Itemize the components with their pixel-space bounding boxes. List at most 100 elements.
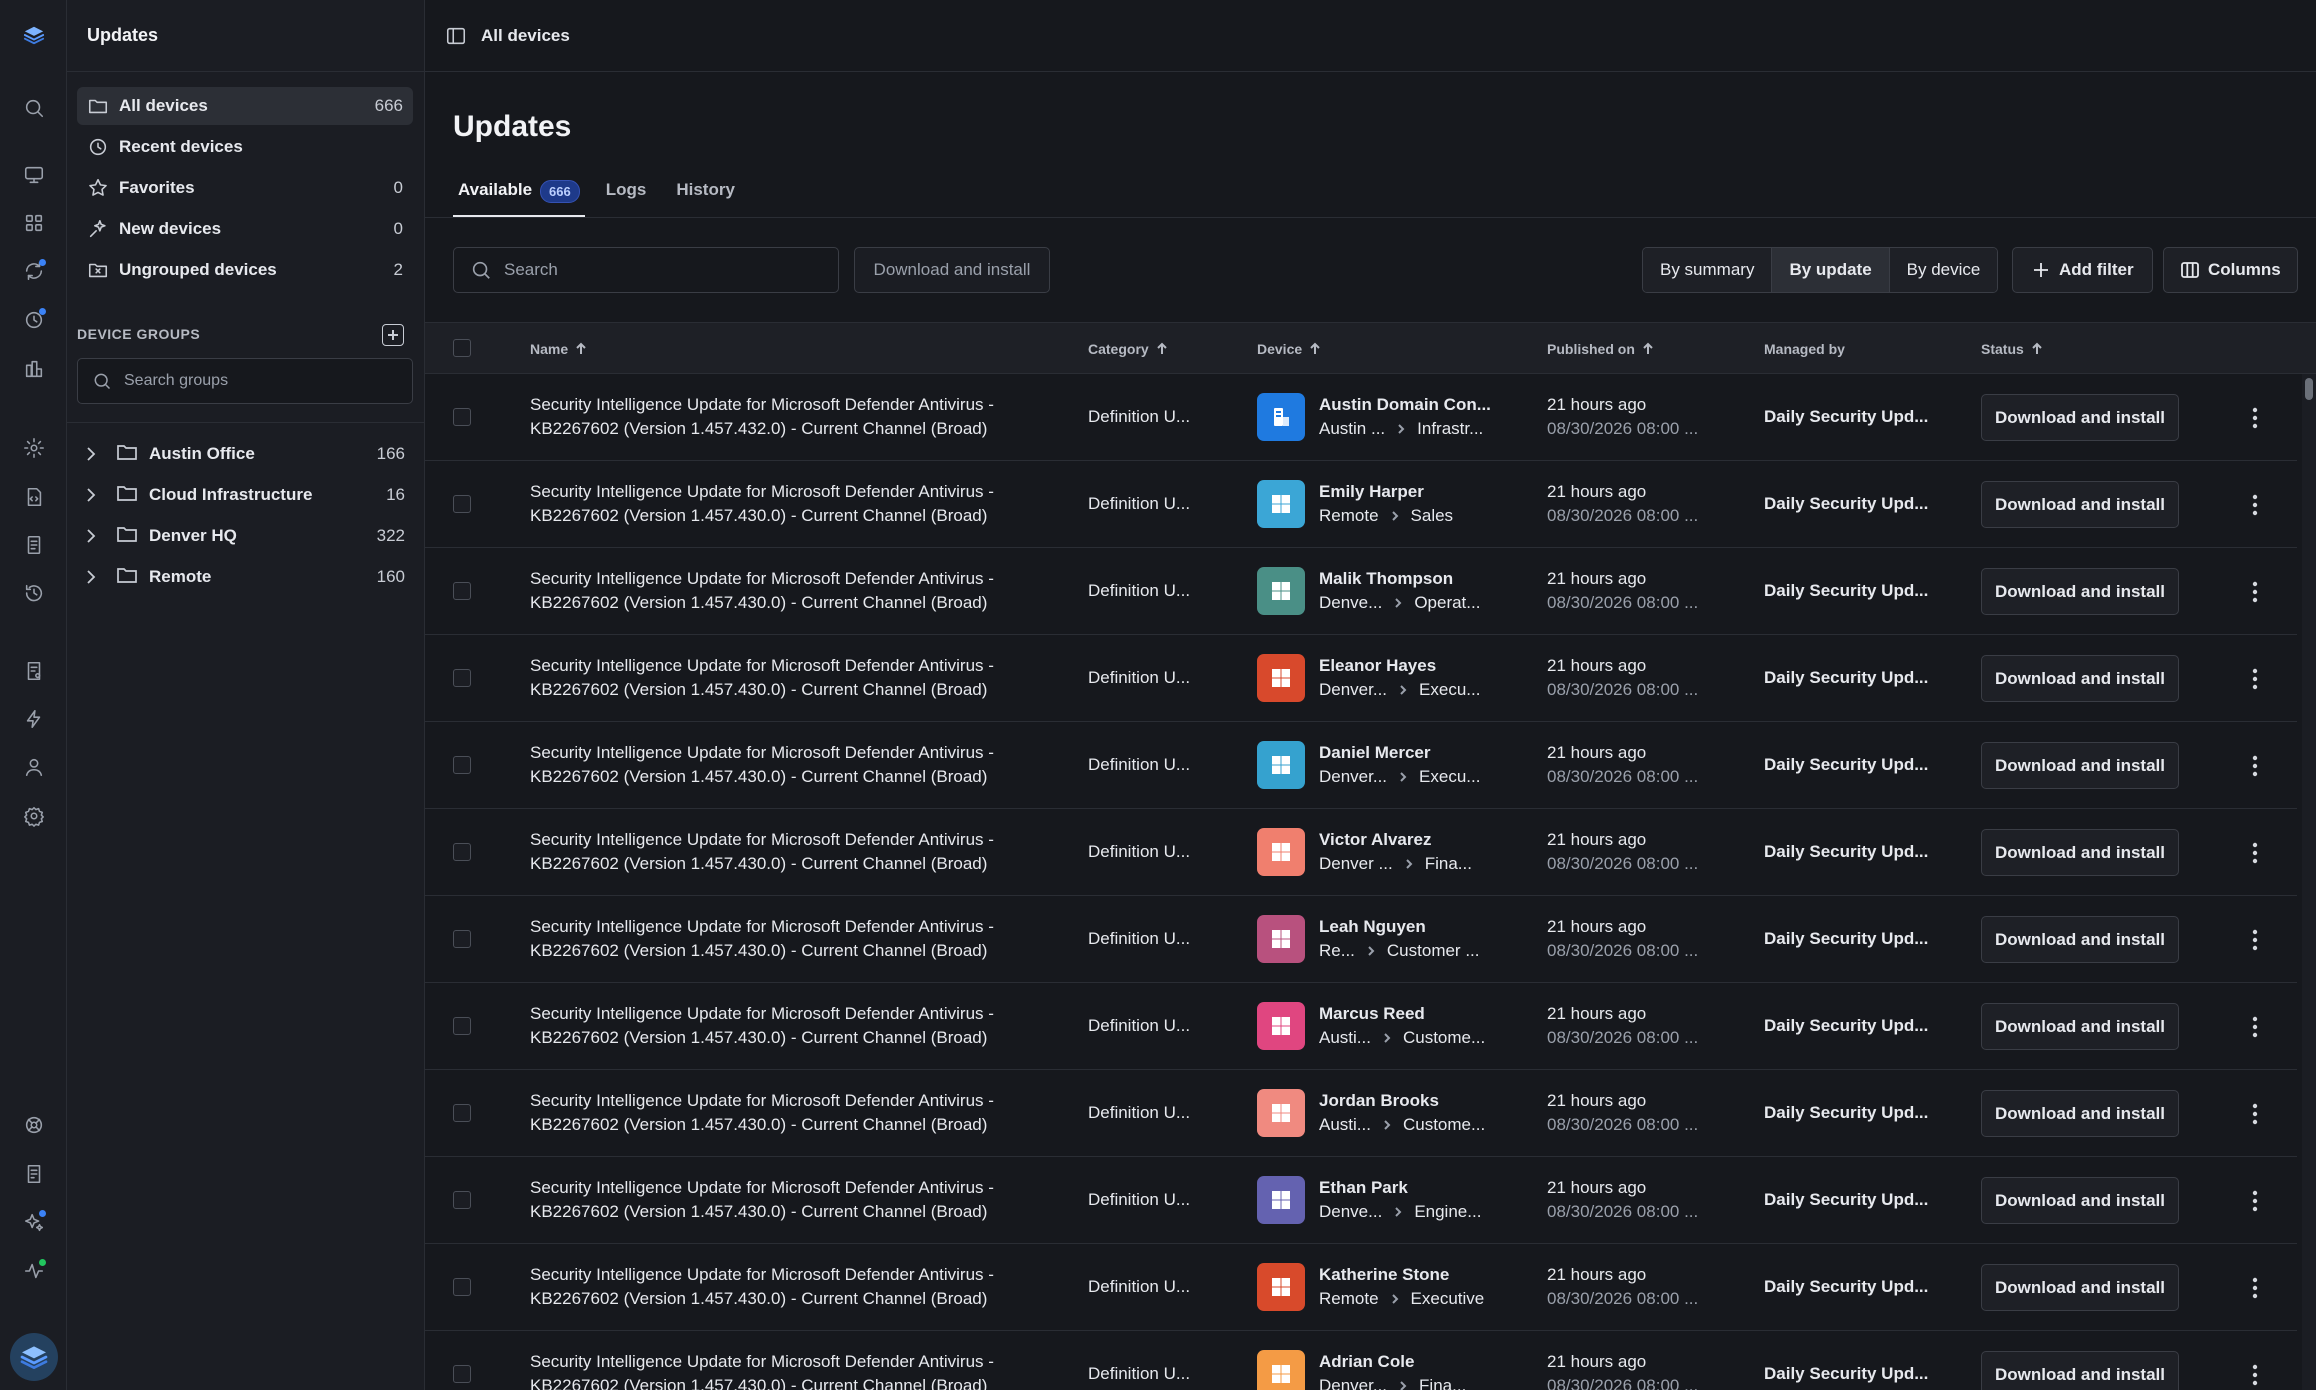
sidebar-toggle-icon[interactable]: [445, 25, 467, 47]
grid-icon[interactable]: [17, 206, 51, 240]
update-name[interactable]: Security Intelligence Update for Microso…: [530, 1331, 1050, 1390]
reports-icon[interactable]: [17, 352, 51, 386]
update-name[interactable]: Security Intelligence Update for Microso…: [530, 1244, 1050, 1330]
nav-new-devices[interactable]: New devices 0: [77, 210, 413, 248]
row-checkbox[interactable]: [453, 756, 471, 774]
table-row[interactable]: Security Intelligence Update for Microso…: [425, 983, 2297, 1070]
row-checkbox[interactable]: [453, 843, 471, 861]
monitor-icon[interactable]: [17, 158, 51, 192]
device-cell[interactable]: Katherine Stone Remote Executive: [1257, 1244, 1497, 1330]
column-header-category[interactable]: Category: [1088, 323, 1169, 375]
download-install-button[interactable]: Download and install: [1981, 481, 2179, 528]
row-checkbox[interactable]: [453, 582, 471, 600]
nav-ungrouped-devices[interactable]: Ungrouped devices 2: [77, 251, 413, 289]
nav-favorites[interactable]: Favorites 0: [77, 169, 413, 207]
row-checkbox[interactable]: [453, 408, 471, 426]
workspace-avatar[interactable]: [10, 1333, 58, 1381]
update-name[interactable]: Security Intelligence Update for Microso…: [530, 722, 1050, 808]
download-install-button[interactable]: Download and install: [1981, 829, 2179, 876]
row-checkbox[interactable]: [453, 669, 471, 687]
sparkle-ai-icon[interactable]: [17, 1205, 51, 1239]
device-cell[interactable]: Daniel Mercer Denver... Execu...: [1257, 722, 1497, 808]
row-menu-button[interactable]: [2242, 927, 2268, 953]
bulk-download-install-button[interactable]: Download and install: [854, 247, 1050, 293]
chevron-right-icon[interactable]: [81, 444, 101, 464]
scrollbar[interactable]: [2302, 374, 2316, 1390]
update-name[interactable]: Security Intelligence Update for Microso…: [530, 548, 1050, 634]
lightning-icon[interactable]: [17, 702, 51, 736]
device-cell[interactable]: Emily Harper Remote Sales: [1257, 461, 1497, 547]
chevron-right-icon[interactable]: [81, 567, 101, 587]
download-install-button[interactable]: Download and install: [1981, 916, 2179, 963]
column-header-name[interactable]: Name: [530, 323, 588, 375]
table-row[interactable]: Security Intelligence Update for Microso…: [425, 635, 2297, 722]
table-row[interactable]: Security Intelligence Update for Microso…: [425, 809, 2297, 896]
columns-button[interactable]: Columns: [2163, 247, 2298, 293]
row-menu-button[interactable]: [2242, 492, 2268, 518]
activity-icon[interactable]: [17, 1254, 51, 1288]
history-icon[interactable]: [17, 576, 51, 610]
tab-available[interactable]: Available 666: [453, 176, 585, 218]
scrollbar-thumb[interactable]: [2305, 378, 2313, 400]
user-icon[interactable]: [17, 750, 51, 784]
search-input[interactable]: [504, 260, 824, 280]
clock-alert-icon[interactable]: [17, 303, 51, 337]
view-by-device[interactable]: By device: [1889, 248, 1998, 292]
view-by-summary[interactable]: By summary: [1643, 248, 1773, 292]
tab-history[interactable]: History: [671, 176, 740, 218]
row-menu-button[interactable]: [2242, 1188, 2268, 1214]
row-checkbox[interactable]: [453, 1278, 471, 1296]
row-menu-button[interactable]: [2242, 666, 2268, 692]
view-by-update[interactable]: By update: [1772, 248, 1890, 292]
group-remote[interactable]: Remote 160: [77, 558, 413, 596]
download-install-button[interactable]: Download and install: [1981, 1351, 2179, 1390]
nav-recent-devices[interactable]: Recent devices: [77, 128, 413, 166]
chevron-right-icon[interactable]: [81, 485, 101, 505]
update-name[interactable]: Security Intelligence Update for Microso…: [530, 635, 1050, 721]
help-lifebuoy-icon[interactable]: [17, 1108, 51, 1142]
row-menu-button[interactable]: [2242, 840, 2268, 866]
update-name[interactable]: Security Intelligence Update for Microso…: [530, 983, 1050, 1069]
device-cell[interactable]: Ethan Park Denve... Engine...: [1257, 1157, 1497, 1243]
column-header-managed-by[interactable]: Managed by: [1764, 323, 1845, 375]
nav-all-devices[interactable]: All devices 666: [77, 87, 413, 125]
update-name[interactable]: Security Intelligence Update for Microso…: [530, 896, 1050, 982]
document-icon[interactable]: [17, 528, 51, 562]
device-cell[interactable]: Jordan Brooks Austi... Custome...: [1257, 1070, 1497, 1156]
table-row[interactable]: Security Intelligence Update for Microso…: [425, 1331, 2297, 1390]
download-install-button[interactable]: Download and install: [1981, 1003, 2179, 1050]
download-install-button[interactable]: Download and install: [1981, 1177, 2179, 1224]
group-austin-office[interactable]: Austin Office 166: [77, 435, 413, 473]
table-row[interactable]: Security Intelligence Update for Microso…: [425, 722, 2297, 809]
update-name[interactable]: Security Intelligence Update for Microso…: [530, 461, 1050, 547]
device-cell[interactable]: Adrian Cole Denver... Fina...: [1257, 1331, 1497, 1390]
table-row[interactable]: Security Intelligence Update for Microso…: [425, 1157, 2297, 1244]
device-cell[interactable]: Leah Nguyen Re... Customer ...: [1257, 896, 1497, 982]
add-group-button[interactable]: [382, 324, 404, 346]
tab-logs[interactable]: Logs: [601, 176, 652, 218]
table-row[interactable]: Security Intelligence Update for Microso…: [425, 1070, 2297, 1157]
row-menu-button[interactable]: [2242, 1101, 2268, 1127]
search-icon[interactable]: [17, 91, 51, 125]
update-name[interactable]: Security Intelligence Update for Microso…: [530, 374, 1050, 460]
update-name[interactable]: Security Intelligence Update for Microso…: [530, 1157, 1050, 1243]
download-install-button[interactable]: Download and install: [1981, 568, 2179, 615]
table-row[interactable]: Security Intelligence Update for Microso…: [425, 896, 2297, 983]
row-menu-button[interactable]: [2242, 1362, 2268, 1388]
group-cloud-infrastructure[interactable]: Cloud Infrastructure 16: [77, 476, 413, 514]
table-row[interactable]: Security Intelligence Update for Microso…: [425, 461, 2297, 548]
update-name[interactable]: Security Intelligence Update for Microso…: [530, 1070, 1050, 1156]
row-menu-button[interactable]: [2242, 1275, 2268, 1301]
code-file-icon[interactable]: [17, 480, 51, 514]
table-row[interactable]: Security Intelligence Update for Microso…: [425, 1244, 2297, 1331]
row-menu-button[interactable]: [2242, 1014, 2268, 1040]
table-row[interactable]: Security Intelligence Update for Microso…: [425, 374, 2297, 461]
column-header-status[interactable]: Status: [1981, 323, 2044, 375]
refresh-icon[interactable]: [17, 254, 51, 288]
row-checkbox[interactable]: [453, 1017, 471, 1035]
row-checkbox[interactable]: [453, 1104, 471, 1122]
group-denver-hq[interactable]: Denver HQ 322: [77, 517, 413, 555]
app-logo-icon[interactable]: [17, 18, 51, 52]
download-install-button[interactable]: Download and install: [1981, 394, 2179, 441]
column-header-published[interactable]: Published on: [1547, 323, 1655, 375]
